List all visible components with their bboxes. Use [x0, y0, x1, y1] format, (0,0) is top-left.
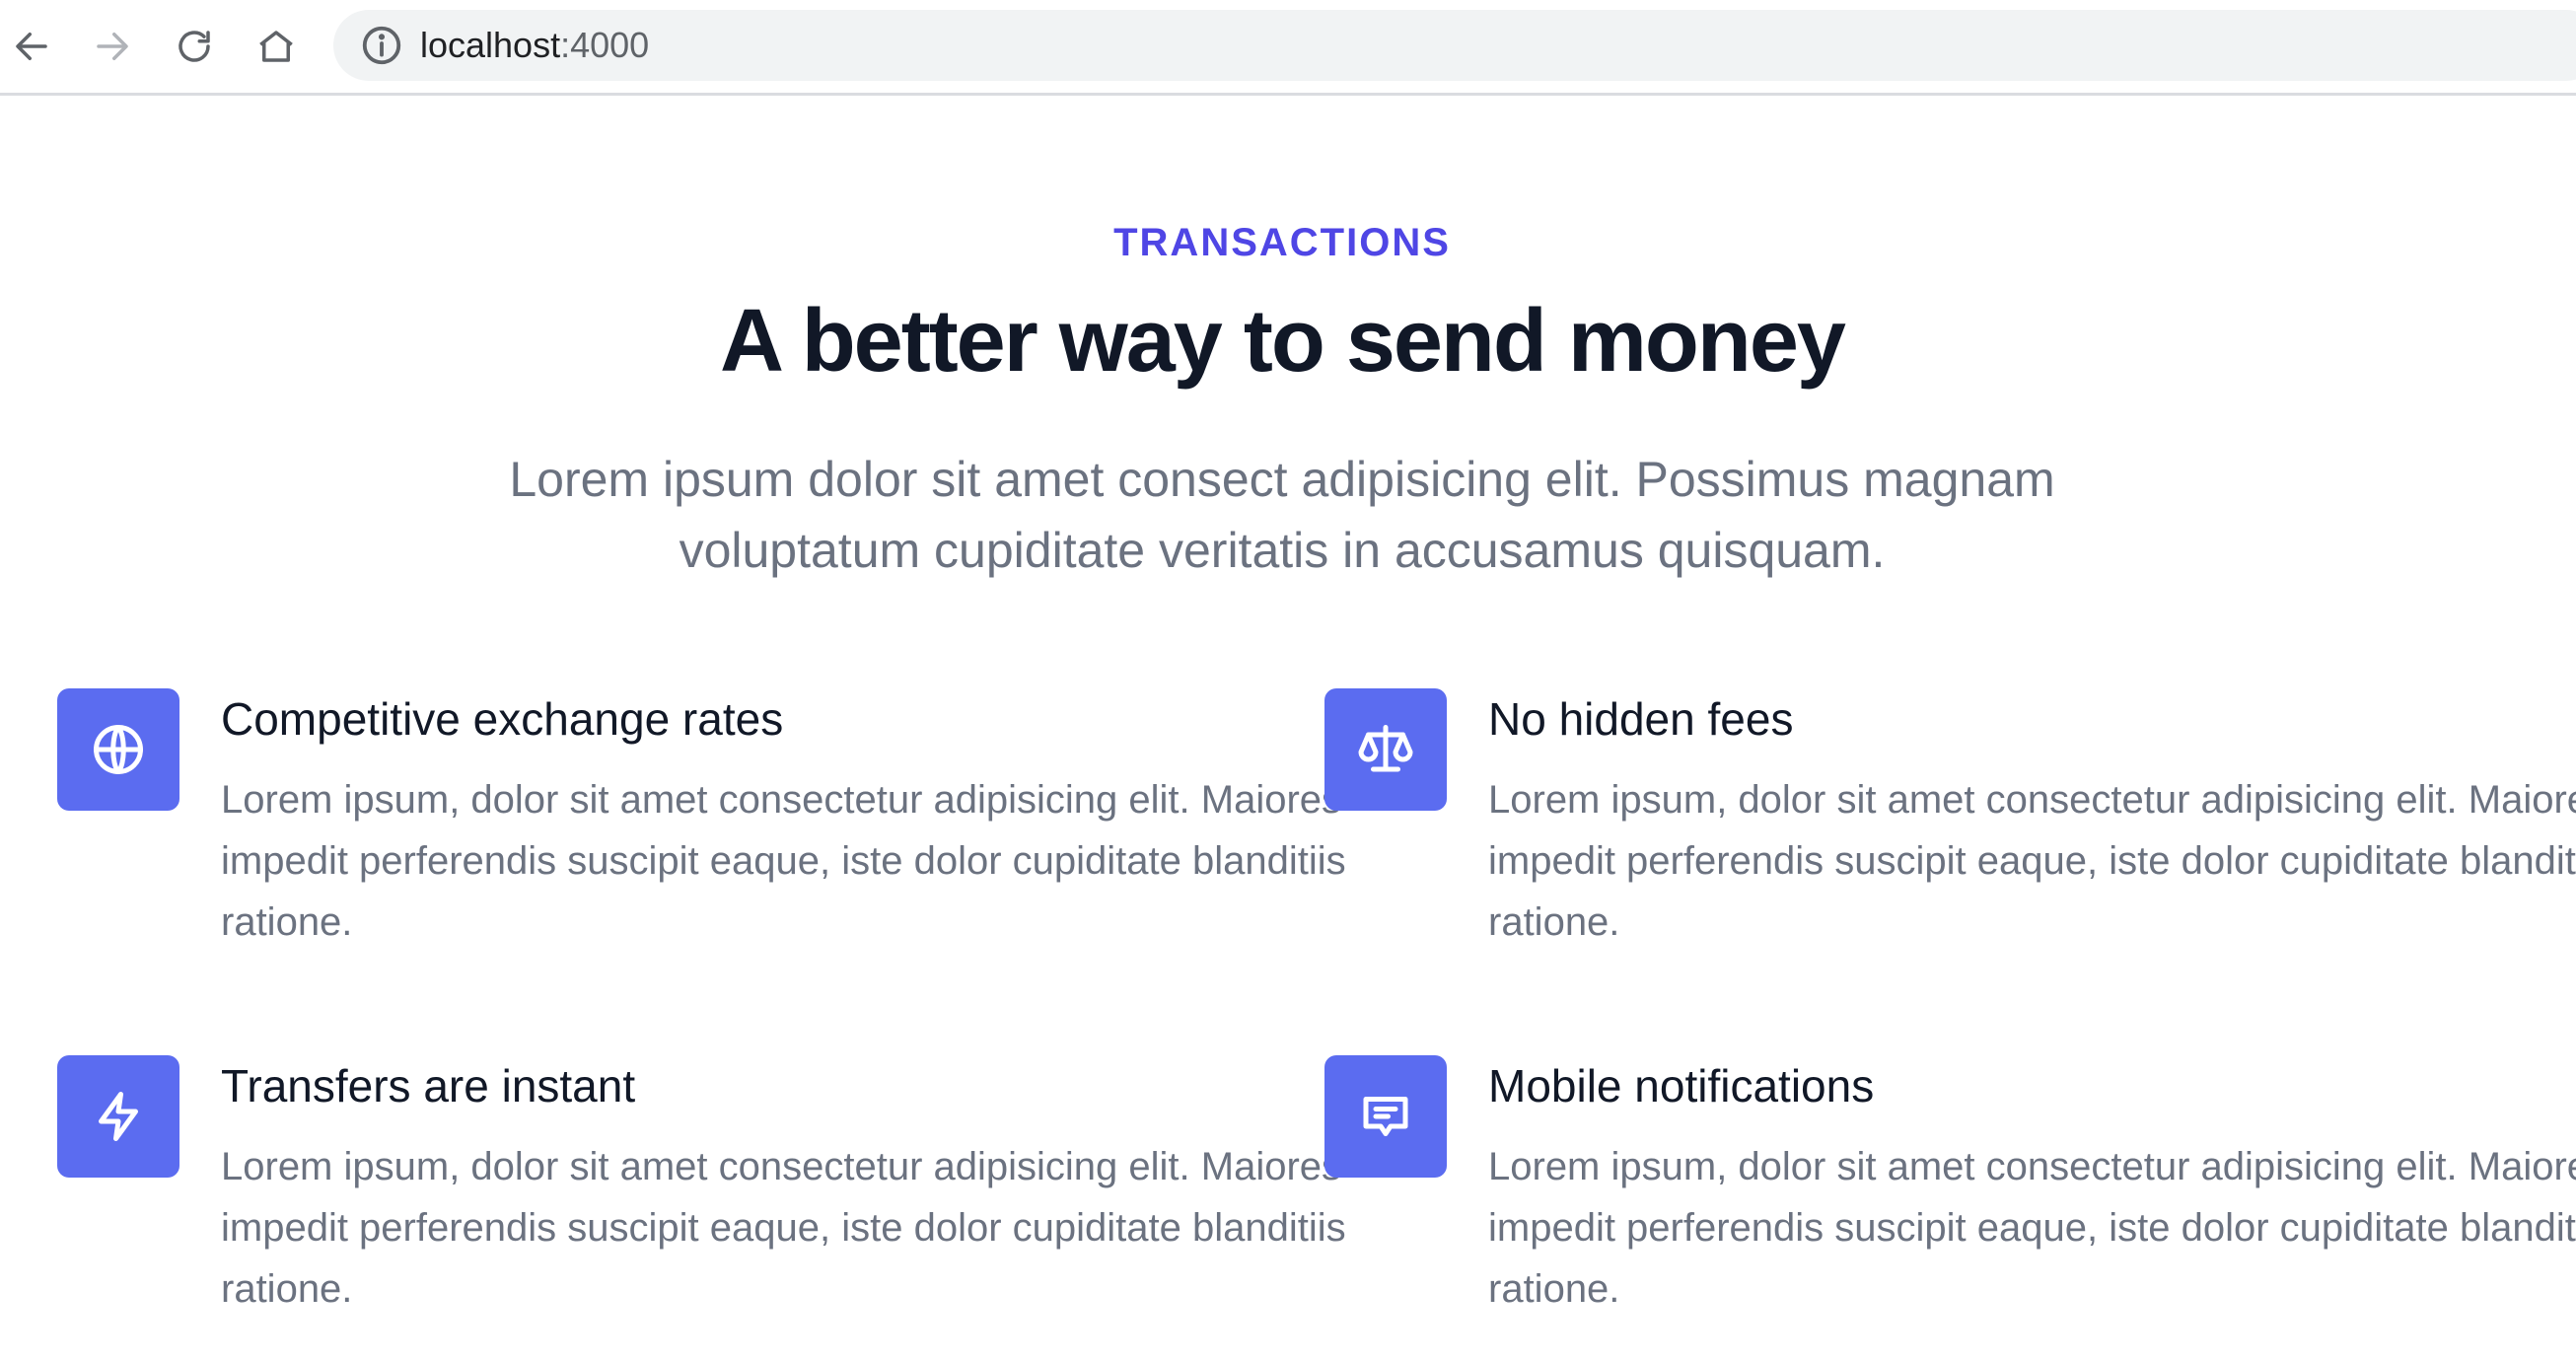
url-port: :4000 [560, 25, 650, 65]
home-icon [259, 30, 293, 62]
feature-description: Lorem ipsum, dolor sit amet consectetur … [221, 1145, 1346, 1311]
browser-toolbar: localhost:4000 [0, 0, 2576, 96]
feature-title: No hidden fees [1488, 693, 1794, 745]
forward-icon [97, 32, 128, 60]
home-button[interactable] [247, 14, 306, 78]
feature-icon-box [57, 1055, 179, 1178]
feature-title: Mobile notifications [1488, 1060, 1875, 1111]
feature-item: Mobile notifications Lorem ipsum, dolor … [1324, 1055, 2576, 1351]
feature-item: No hidden fees Lorem ipsum, dolor sit am… [1324, 688, 2576, 984]
globe-icon [94, 725, 143, 774]
feature-description: Lorem ipsum, dolor sit amet consectetur … [221, 778, 1346, 944]
forward-button[interactable] [83, 14, 142, 78]
url-text[interactable]: localhost:4000 [420, 10, 649, 81]
url-host: localhost [420, 25, 561, 65]
back-icon [16, 32, 47, 60]
feature-description: Lorem ipsum, dolor sit amet consectetur … [1488, 1145, 2576, 1311]
feature-title: Competitive exchange rates [221, 693, 784, 745]
feature-title: Transfers are instant [221, 1060, 636, 1111]
scale-icon [1358, 725, 1413, 772]
feature-icon-box [1324, 688, 1447, 811]
reload-button[interactable] [165, 14, 224, 78]
feature-item: Transfers are instant Lorem ipsum, dolor… [57, 1055, 1346, 1351]
chat-alt-icon [1363, 1097, 1408, 1136]
lightning-bolt-icon [99, 1092, 138, 1141]
reload-icon [179, 30, 210, 62]
back-button[interactable] [2, 14, 61, 78]
feature-icon-box [1324, 1055, 1447, 1178]
page-subtitle: Lorem ipsum dolor sit amet consect adipi… [509, 452, 2055, 578]
feature-item: Competitive exchange rates Lorem ipsum, … [57, 688, 1346, 984]
feature-description: Lorem ipsum, dolor sit amet consectetur … [1488, 778, 2576, 944]
info-icon[interactable] [359, 23, 404, 68]
section-eyebrow: TRANSACTIONS [1113, 221, 1451, 264]
address-bar[interactable]: localhost:4000 [333, 10, 2576, 81]
page-content: TRANSACTIONS A better way to send money … [0, 99, 2576, 1362]
page-title: A better way to send money [720, 292, 1846, 391]
feature-icon-box [57, 688, 179, 811]
